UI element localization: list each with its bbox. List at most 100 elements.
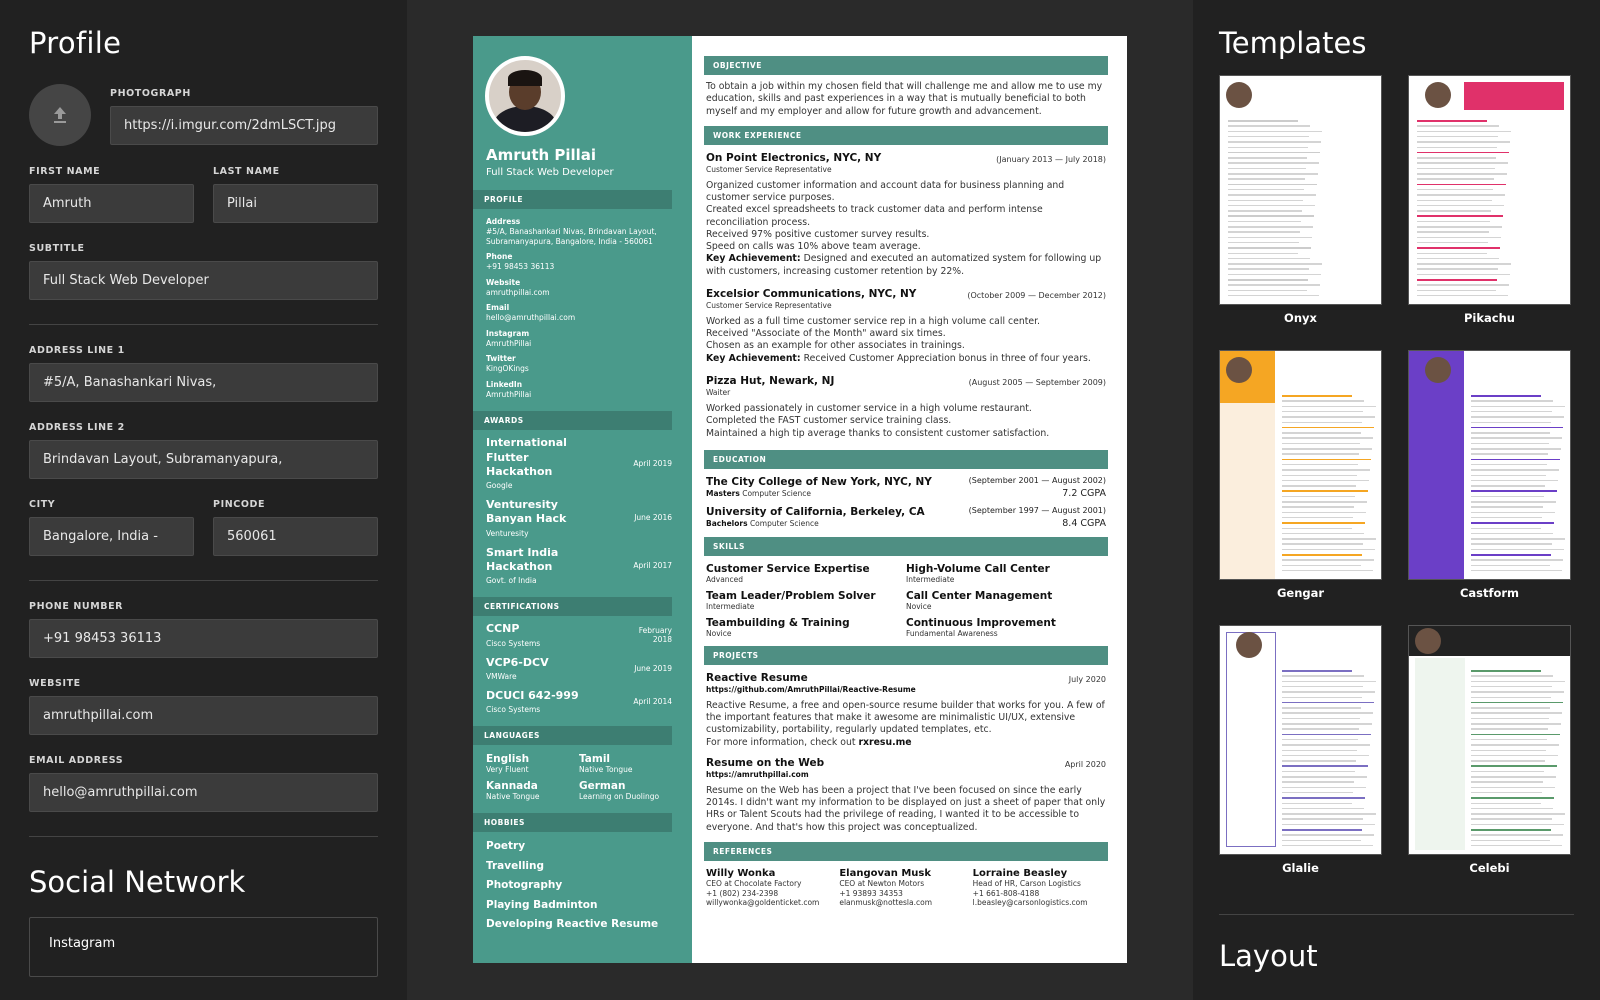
work-date: (January 2013 — July 2018) [996,154,1106,164]
work-date: (August 2005 — September 2009) [968,377,1106,387]
contact-value: #5/A, Banashankari Nivas, Brindavan Layo… [486,226,657,246]
skill-name: Continuous Improvement [906,616,1056,629]
phone-label: PHONE NUMBER [29,601,124,612]
subtitle-input[interactable]: Full Stack Web Developer [29,261,378,300]
work-item: On Point Electronics, NYC, NY (January 20… [704,152,1108,278]
project-title: Reactive Resume [706,671,808,684]
contact-item: Email hello@amruthpillai.com [486,303,692,323]
language-level: Native Tongue [486,792,540,802]
template-thumbnail[interactable] [1408,350,1571,580]
template-card-onyx[interactable]: Onyx [1219,75,1382,350]
template-name: Glalie [1282,861,1319,875]
work-list: On Point Electronics, NYC, NY (January 20… [704,152,1108,440]
reference-email: l.beasley@carsonlogistics.com [972,898,1088,908]
subtitle-label: SUBTITLE [29,243,85,254]
template-thumbnail[interactable] [1219,75,1382,305]
objective-text: To obtain a job within my chosen field t… [706,81,1103,117]
skill-name: Customer Service Expertise [706,562,870,575]
project-more-text: For more information, check out [706,736,859,748]
template-card-glalie[interactable]: Glalie [1219,625,1382,900]
skill-item: High-Volume Call Center Intermediate [906,563,1106,584]
project-more-link[interactable]: rxresu.me [858,737,911,748]
skill-level: Novice [906,601,932,611]
language-item: Kannada Native Tongue [486,780,579,801]
phone-input[interactable]: +91 98453 36113 [29,619,378,658]
certification-item: VCP6-DCV VMWare June 2019 [486,656,672,681]
project-url[interactable]: https://amruthpillai.com [706,770,1106,779]
section-header-languages: LANGUAGES [473,726,672,746]
education-school: University of California, Berkeley, CA [706,505,925,518]
last-name-input[interactable]: Pillai [213,184,378,223]
work-item: Pizza Hut, Newark, NJ (August 2005 — Sept… [704,375,1108,440]
contact-value: amruthpillai.com [486,287,550,297]
photo-label: PHOTOGRAPH [110,88,191,99]
contact-value: AmruthPillai [486,338,532,348]
award-item: Venturesity Banyan Hack Venturesity June 2… [486,498,672,538]
contact-label: Twitter [486,354,516,364]
resume-sidebar: Amruth Pillai Full Stack Web Developer P… [473,36,692,963]
award-item-date: April 2019 [633,458,672,468]
work-line: Worked passionately in customer service … [706,402,1032,414]
hobby-item: Developing Reactive Resume [486,918,659,931]
template-thumbnail[interactable] [1219,350,1382,580]
section-header-education: EDUCATION [704,449,1108,469]
contact-label: Email [486,303,510,313]
language-level: Learning on Duolingo [579,792,660,802]
template-thumbnail[interactable] [1219,625,1382,855]
address1-input[interactable]: #5/A, Banashankari Nivas, [29,363,378,402]
project-title: Resume on the Web [706,756,825,769]
upload-photo-button[interactable] [29,84,91,146]
website-label: WEBSITE [29,678,81,689]
template-thumbnail[interactable] [1408,75,1571,305]
template-thumbnail[interactable] [1408,625,1571,855]
work-line: Completed the FAST customer service trai… [706,415,952,427]
city-input[interactable]: Bangalore, India - [29,517,194,556]
certification-item: CCNP Cisco Systems February 2018 [486,622,672,647]
template-card-gengar[interactable]: Gengar [1219,350,1382,625]
template-card-castform[interactable]: Castform [1408,350,1571,625]
hobbies-list: Poetry Travelling Photography Playing Badmi… [473,837,692,935]
address1-label: ADDRESS LINE 1 [29,345,125,356]
language-item: English Very Fluent [486,753,579,774]
work-line: Organized customer information and accou… [706,179,1065,204]
education-degree: Masters [706,488,740,498]
photo-url-input[interactable]: https://i.imgur.com/2dmLSCT.jpg [110,106,378,145]
social-item-instagram[interactable]: Instagram [29,917,378,977]
certification-item-issuer: Cisco Systems [486,705,541,715]
education-field: Computer Science [742,488,811,498]
reference-email: elanmusk@nottesla.com [839,898,933,908]
template-card-pikachu[interactable]: Pikachu [1408,75,1571,350]
address2-input[interactable]: Brindavan Layout, Subramanyapura, [29,440,378,479]
projects-list: Reactive Resume July 2020 https://github.c… [704,672,1108,834]
project-url[interactable]: https://github.com/AmruthPillai/Reactive… [706,685,1106,694]
template-card-celebi[interactable]: Celebi [1408,625,1571,900]
profile-panel: Profile PHOTOGRAPH https://i.imgur.com/2… [0,0,407,1000]
last-name-label: LAST NAME [213,166,280,177]
work-line: Speed on calls was 10% above team averag… [706,241,921,253]
reference-name: Elangovan Musk [839,867,932,879]
email-input[interactable]: hello@amruthpillai.com [29,773,378,812]
template-name: Gengar [1276,586,1325,600]
award-item-issuer: Govt. of India [486,576,537,586]
contact-value: hello@amruthpillai.com [486,313,576,322]
photo-row: PHOTOGRAPH https://i.imgur.com/2dmLSCT.j… [29,84,378,146]
skill-level: Fundamental Awareness [906,628,998,638]
first-name-input[interactable]: Amruth [29,184,194,223]
language-item: Tamil Native Tongue [579,753,672,774]
education-degree: Bachelors [706,518,748,528]
pincode-label: PINCODE [213,499,266,510]
template-name: Castform [1459,586,1520,600]
email-label: EMAIL ADDRESS [29,755,124,766]
first-name-label: FIRST NAME [29,166,101,177]
award-item: Smart India Hackathon Govt. of India April… [486,546,672,586]
resume-page: Amruth Pillai Full Stack Web Developer P… [473,36,1127,963]
skill-item: Team Leader/Problem Solver Intermediate [706,590,906,611]
award-item-date: June 2016 [634,513,672,523]
pincode-input[interactable]: 560061 [213,517,378,556]
template-name: Pikachu [1464,311,1515,325]
reference-email: willywonka@goldenticket.com [706,898,820,908]
website-input[interactable]: amruthpillai.com [29,696,378,735]
education-school: The City College of New York, NYC, NY [706,475,932,488]
education-item: The City College of New York, NYC, NY Mas… [704,476,1108,499]
key-achievement-label: Key Achievement: [706,352,801,364]
